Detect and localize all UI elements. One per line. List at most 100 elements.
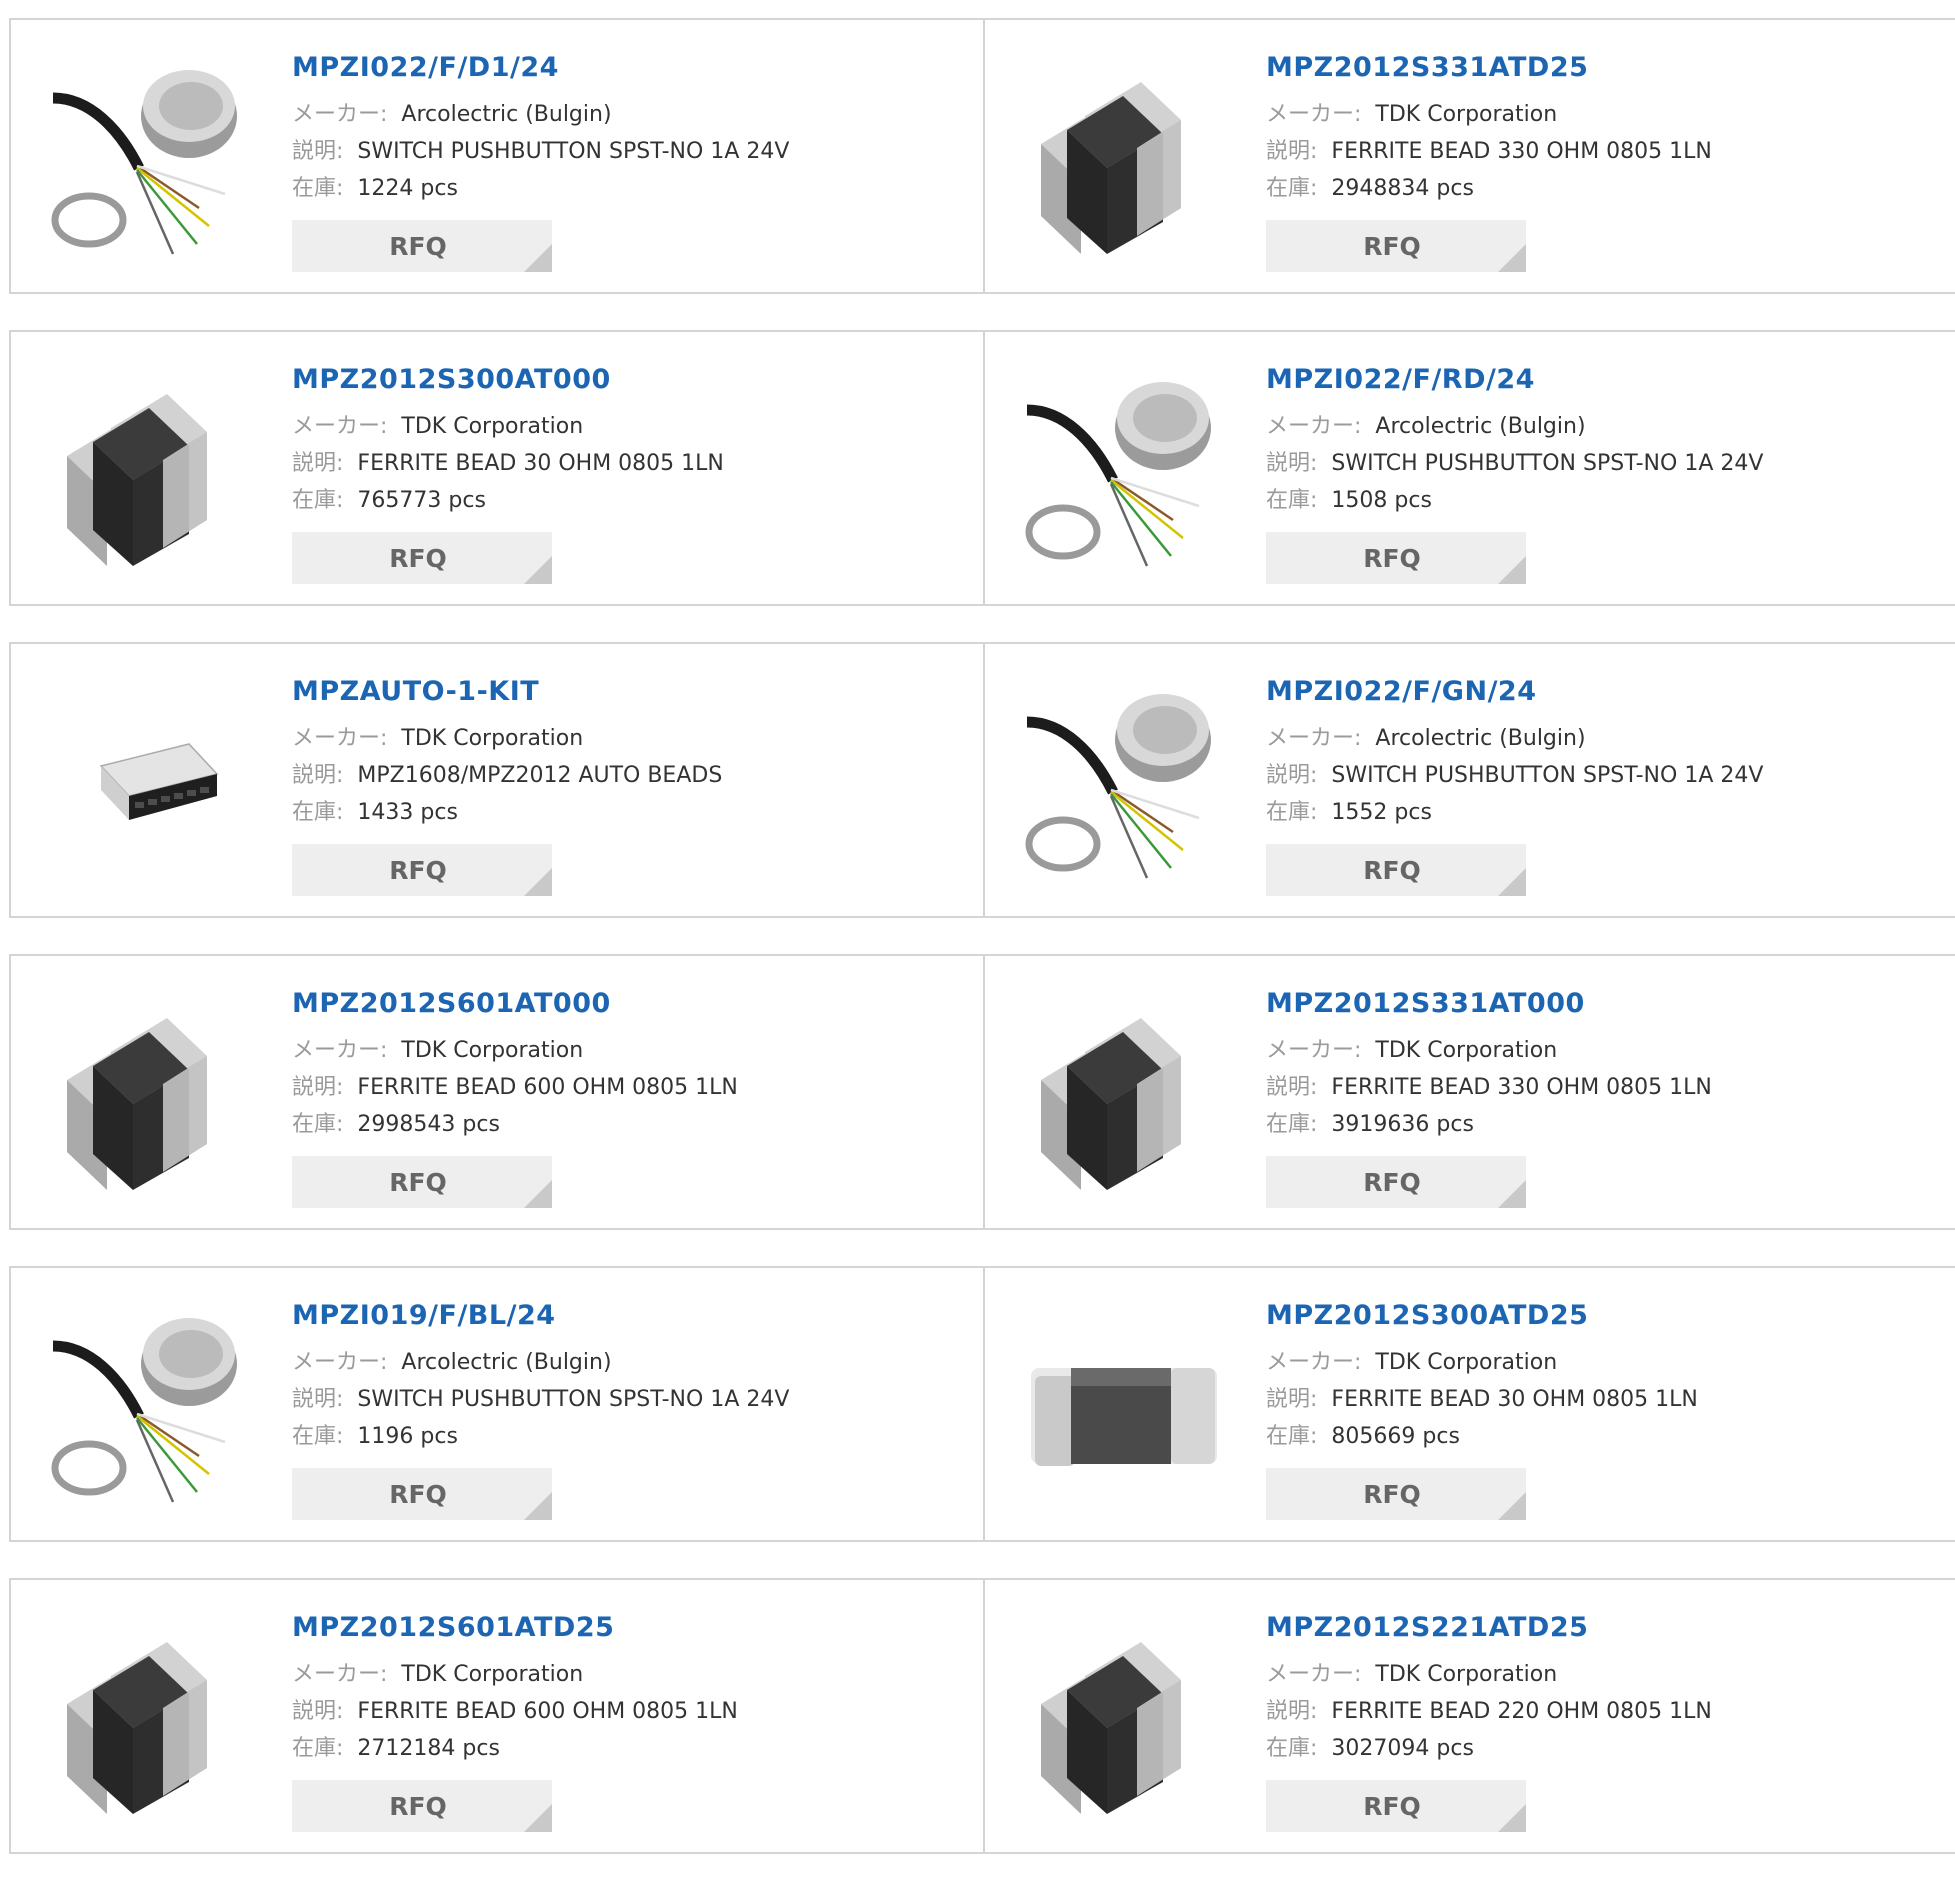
rfq-button[interactable]: RFQ xyxy=(292,844,552,896)
description-line: 説明: FERRITE BEAD 600 OHM 0805 1LN xyxy=(292,1693,972,1730)
rfq-button[interactable]: RFQ xyxy=(292,1156,552,1208)
stock-value: 1196 pcs xyxy=(357,1424,458,1449)
stock-line: 在庫: 805669 pcs xyxy=(1266,1418,1946,1455)
maker-label: メーカー: xyxy=(1266,1662,1362,1687)
rfq-button[interactable]: RFQ xyxy=(1266,844,1526,896)
part-number-link[interactable]: MPZ2012S331AT000 xyxy=(1266,986,1946,1022)
part-number-link[interactable]: MPZ2012S300AT000 xyxy=(292,362,972,398)
component-kit-image[interactable] xyxy=(49,682,249,882)
maker-value: TDK Corporation xyxy=(1375,1662,1558,1687)
description-label: 説明: xyxy=(292,451,344,476)
maker-label: メーカー: xyxy=(1266,414,1362,439)
rfq-button[interactable]: RFQ xyxy=(1266,220,1526,272)
pushbutton-switch-image[interactable] xyxy=(49,58,249,258)
ferrite-bead-image[interactable] xyxy=(49,1618,249,1818)
stock-line: 在庫: 2998543 pcs xyxy=(292,1106,972,1143)
part-number-link[interactable]: MPZI022/F/D1/24 xyxy=(292,50,972,86)
description-line: 説明: SWITCH PUSHBUTTON SPST-NO 1A 24V xyxy=(292,133,972,170)
rfq-button[interactable]: RFQ xyxy=(1266,532,1526,584)
button-corner-decoration xyxy=(1498,868,1526,896)
rfq-button[interactable]: RFQ xyxy=(292,220,552,272)
description-label: 説明: xyxy=(1266,1075,1318,1100)
product-card: MPZ2012S331ATD25 メーカー: TDK Corporation 説明… xyxy=(983,20,1955,292)
description-value: FERRITE BEAD 330 OHM 0805 1LN xyxy=(1331,139,1712,164)
button-corner-decoration xyxy=(524,244,552,272)
part-number-link[interactable]: MPZI019/F/BL/24 xyxy=(292,1298,972,1334)
part-number-link[interactable]: MPZ2012S601ATD25 xyxy=(292,1610,972,1646)
product-card: MPZ2012S300ATD25 メーカー: TDK Corporation 説明… xyxy=(983,1268,1955,1540)
part-number-link[interactable]: MPZ2012S331ATD25 xyxy=(1266,50,1946,86)
rfq-label: RFQ xyxy=(389,1167,447,1197)
ferrite-bead-image[interactable] xyxy=(49,370,249,570)
product-info: MPZI022/F/GN/24 メーカー: Arcolectric (Bulgin… xyxy=(1266,674,1946,831)
rfq-button[interactable]: RFQ xyxy=(1266,1156,1526,1208)
maker-value: Arcolectric (Bulgin) xyxy=(1375,726,1586,751)
product-card: MPZ2012S300AT000 メーカー: TDK Corporation 説明… xyxy=(11,332,983,604)
ferrite-bead-image[interactable] xyxy=(1023,58,1223,258)
part-number-link[interactable]: MPZAUTO-1-KIT xyxy=(292,674,972,710)
maker-line: メーカー: TDK Corporation xyxy=(1266,96,1946,133)
pushbutton-switch-image[interactable] xyxy=(1023,682,1223,882)
maker-label: メーカー: xyxy=(292,414,388,439)
stock-value: 805669 pcs xyxy=(1331,1424,1460,1449)
stock-label: 在庫: xyxy=(1266,800,1318,825)
description-label: 説明: xyxy=(1266,1387,1318,1412)
part-number-link[interactable]: MPZ2012S300ATD25 xyxy=(1266,1298,1946,1334)
maker-label: メーカー: xyxy=(1266,102,1362,127)
button-corner-decoration xyxy=(1498,556,1526,584)
rfq-button[interactable]: RFQ xyxy=(292,1468,552,1520)
stock-label: 在庫: xyxy=(292,1736,344,1761)
maker-value: Arcolectric (Bulgin) xyxy=(1375,414,1586,439)
maker-line: メーカー: Arcolectric (Bulgin) xyxy=(1266,408,1946,445)
maker-label: メーカー: xyxy=(292,1038,388,1063)
maker-label: メーカー: xyxy=(292,726,388,751)
maker-line: メーカー: Arcolectric (Bulgin) xyxy=(1266,720,1946,757)
product-card: MPZI022/F/RD/24 メーカー: Arcolectric (Bulgin… xyxy=(983,332,1955,604)
stock-label: 在庫: xyxy=(292,800,344,825)
stock-label: 在庫: xyxy=(292,176,344,201)
product-info: MPZ2012S221ATD25 メーカー: TDK Corporation 説明… xyxy=(1266,1610,1946,1767)
description-label: 説明: xyxy=(1266,1699,1318,1724)
product-card: MPZI019/F/BL/24 メーカー: Arcolectric (Bulgin… xyxy=(11,1268,983,1540)
description-value: SWITCH PUSHBUTTON SPST-NO 1A 24V xyxy=(1331,763,1764,788)
product-info: MPZ2012S331ATD25 メーカー: TDK Corporation 説明… xyxy=(1266,50,1946,207)
rfq-label: RFQ xyxy=(389,231,447,261)
rfq-button[interactable]: RFQ xyxy=(292,1780,552,1832)
maker-line: メーカー: TDK Corporation xyxy=(1266,1032,1946,1069)
flat-ferrite-bead-image[interactable] xyxy=(1023,1306,1223,1506)
product-info: MPZ2012S331AT000 メーカー: TDK Corporation 説明… xyxy=(1266,986,1946,1143)
pushbutton-switch-image[interactable] xyxy=(1023,370,1223,570)
rfq-button[interactable]: RFQ xyxy=(292,532,552,584)
stock-value: 3919636 pcs xyxy=(1331,1112,1474,1137)
stock-label: 在庫: xyxy=(1266,1736,1318,1761)
description-line: 説明: SWITCH PUSHBUTTON SPST-NO 1A 24V xyxy=(1266,445,1946,482)
description-line: 説明: SWITCH PUSHBUTTON SPST-NO 1A 24V xyxy=(292,1381,972,1418)
pushbutton-switch-image[interactable] xyxy=(49,1306,249,1506)
maker-line: メーカー: TDK Corporation xyxy=(292,408,972,445)
rfq-label: RFQ xyxy=(1363,855,1421,885)
description-line: 説明: FERRITE BEAD 600 OHM 0805 1LN xyxy=(292,1069,972,1106)
maker-value: TDK Corporation xyxy=(401,1038,584,1063)
product-info: MPZ2012S300AT000 メーカー: TDK Corporation 説明… xyxy=(292,362,972,519)
ferrite-bead-image[interactable] xyxy=(1023,994,1223,1194)
maker-value: Arcolectric (Bulgin) xyxy=(401,1350,612,1375)
rfq-label: RFQ xyxy=(1363,1167,1421,1197)
rfq-label: RFQ xyxy=(1363,543,1421,573)
description-value: FERRITE BEAD 330 OHM 0805 1LN xyxy=(1331,1075,1712,1100)
part-number-link[interactable]: MPZ2012S601AT000 xyxy=(292,986,972,1022)
product-info: MPZI022/F/RD/24 メーカー: Arcolectric (Bulgin… xyxy=(1266,362,1946,519)
part-number-link[interactable]: MPZI022/F/GN/24 xyxy=(1266,674,1946,710)
maker-label: メーカー: xyxy=(292,1662,388,1687)
button-corner-decoration xyxy=(524,868,552,896)
description-line: 説明: FERRITE BEAD 220 OHM 0805 1LN xyxy=(1266,1693,1946,1730)
ferrite-bead-image[interactable] xyxy=(49,994,249,1194)
product-card: MPZI022/F/GN/24 メーカー: Arcolectric (Bulgin… xyxy=(983,644,1955,916)
stock-value: 1224 pcs xyxy=(357,176,458,201)
part-number-link[interactable]: MPZI022/F/RD/24 xyxy=(1266,362,1946,398)
ferrite-bead-image[interactable] xyxy=(1023,1618,1223,1818)
rfq-button[interactable]: RFQ xyxy=(1266,1468,1526,1520)
part-number-link[interactable]: MPZ2012S221ATD25 xyxy=(1266,1610,1946,1646)
rfq-button[interactable]: RFQ xyxy=(1266,1780,1526,1832)
product-info: MPZ2012S300ATD25 メーカー: TDK Corporation 説明… xyxy=(1266,1298,1946,1455)
rfq-label: RFQ xyxy=(389,855,447,885)
